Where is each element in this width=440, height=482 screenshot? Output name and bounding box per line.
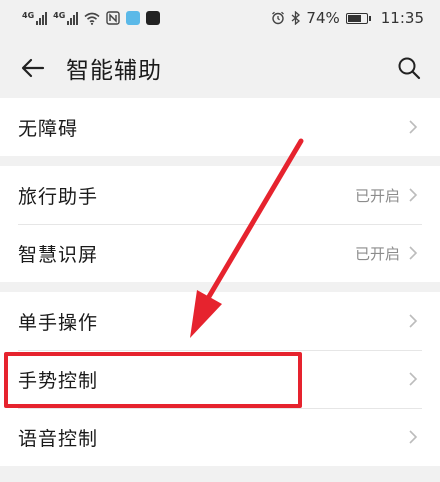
chevron-right-icon bbox=[409, 246, 418, 260]
setting-status: 已开启 bbox=[354, 186, 400, 205]
settings-group-3: 单手操作 手势控制 语音控制 bbox=[0, 292, 440, 466]
status-bar-right: 74% 11:35 bbox=[271, 9, 424, 27]
chevron-right-icon bbox=[409, 372, 418, 386]
setting-label: 单手操作 bbox=[18, 311, 99, 334]
chevron-right-icon bbox=[409, 430, 418, 444]
settings-group-1: 无障碍 bbox=[0, 98, 440, 156]
search-button[interactable] bbox=[394, 53, 424, 83]
search-icon bbox=[398, 57, 421, 80]
tiktok-icon bbox=[146, 11, 161, 25]
status-bar: 4G 4G 74% 11:35 bbox=[0, 0, 440, 36]
battery-percent: 74% bbox=[306, 9, 340, 27]
setting-one-hand-mode[interactable]: 单手操作 bbox=[0, 292, 440, 350]
setting-accessibility[interactable]: 无障碍 bbox=[0, 98, 440, 156]
setting-label: 语音控制 bbox=[18, 427, 99, 450]
signal-label: 4G bbox=[53, 11, 66, 20]
nfc-icon bbox=[106, 11, 120, 25]
signal-icon: 4G bbox=[53, 11, 79, 25]
status-bar-left: 4G 4G bbox=[22, 11, 161, 25]
setting-voice-control[interactable]: 语音控制 bbox=[0, 408, 440, 466]
chevron-right-icon bbox=[409, 314, 418, 328]
app-header: 智能辅助 bbox=[0, 38, 440, 98]
chevron-right-icon bbox=[409, 188, 418, 202]
bluetooth-icon bbox=[291, 11, 301, 25]
setting-label: 手势控制 bbox=[18, 369, 99, 392]
chevron-right-icon bbox=[409, 120, 418, 134]
setting-smart-screen-recognition[interactable]: 智慧识屏 已开启 bbox=[0, 224, 440, 282]
battery-icon bbox=[345, 12, 371, 24]
settings-group-2: 旅行助手 已开启 智慧识屏 已开启 bbox=[0, 166, 440, 282]
setting-status: 已开启 bbox=[354, 244, 400, 263]
signal-label: 4G bbox=[22, 11, 35, 20]
app-notification-icon bbox=[126, 11, 141, 25]
alarm-icon bbox=[272, 11, 285, 25]
back-arrow-icon bbox=[21, 58, 45, 78]
setting-travel-assistant[interactable]: 旅行助手 已开启 bbox=[0, 166, 440, 224]
status-time: 11:35 bbox=[380, 9, 424, 27]
setting-label: 无障碍 bbox=[18, 117, 79, 140]
setting-gesture-control[interactable]: 手势控制 bbox=[0, 350, 440, 408]
signal-icon: 4G bbox=[22, 11, 48, 25]
setting-label: 智慧识屏 bbox=[18, 243, 99, 266]
setting-label: 旅行助手 bbox=[18, 185, 99, 208]
back-button[interactable] bbox=[18, 53, 48, 83]
wifi-icon bbox=[84, 12, 100, 25]
page-title: 智能辅助 bbox=[66, 58, 162, 84]
